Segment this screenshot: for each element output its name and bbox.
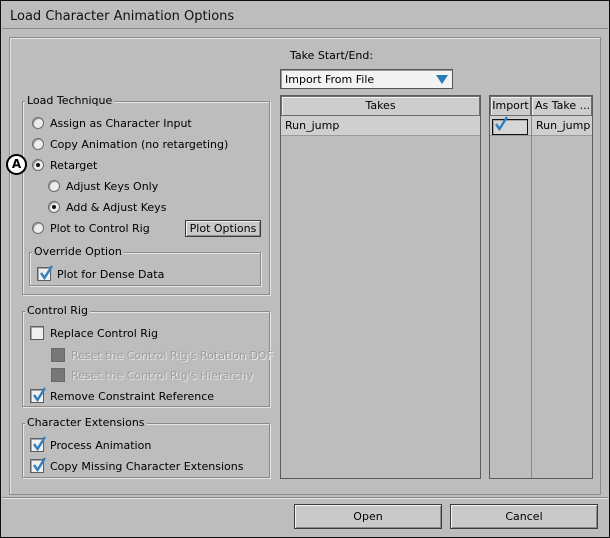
checkbox-checked-icon[interactable] <box>30 457 46 473</box>
checkbox-disabled-icon[interactable] <box>51 348 65 362</box>
checkbox-checked-icon[interactable] <box>30 387 46 403</box>
radio-plot-to-control-rig[interactable]: Plot to Control Rig <box>32 220 150 236</box>
dropdown-arrow-icon[interactable] <box>436 75 448 84</box>
radio-assign-character-input[interactable]: Assign as Character Input <box>32 115 192 131</box>
plot-options-button[interactable]: Plot Options <box>185 220 261 237</box>
import-checkbox[interactable] <box>492 116 528 135</box>
checkbox-reset-hierarchy[interactable]: Reset the Control Rig's Hierarchy <box>51 367 253 383</box>
import-cell[interactable] <box>490 116 531 136</box>
column-divider <box>531 116 532 478</box>
radio-retarget[interactable]: Retarget <box>32 157 97 173</box>
title-bar[interactable]: Load Character Animation Options <box>2 2 608 29</box>
takes-column-header[interactable]: Takes <box>281 96 480 116</box>
checkbox-plot-dense-data[interactable]: Plot for Dense Data <box>37 265 164 282</box>
dropdown-value: Import From File <box>285 73 375 86</box>
checkmark-icon <box>33 457 46 473</box>
radio-button-icon[interactable] <box>32 222 44 234</box>
character-extensions-label: Character Extensions <box>25 416 147 429</box>
checkbox-process-animation[interactable]: Process Animation <box>30 436 151 453</box>
override-option-label: Override Option <box>32 245 124 258</box>
load-character-animation-dialog: Load Character Animation Options Take St… <box>0 0 610 538</box>
checkbox-icon[interactable] <box>30 326 44 340</box>
radio-button-selected-icon[interactable] <box>32 159 44 171</box>
checkbox-disabled-icon[interactable] <box>51 368 65 382</box>
radio-button-selected-icon[interactable] <box>48 201 60 213</box>
takes-list-item[interactable]: Run_jump <box>281 116 480 136</box>
checkbox-remove-constraint-reference[interactable]: Remove Constraint Reference <box>30 387 214 404</box>
callout-a-badge: A <box>6 154 27 175</box>
radio-adjust-keys-only[interactable]: Adjust Keys Only <box>48 178 158 194</box>
checkmark-icon <box>33 436 46 452</box>
control-rig-label: Control Rig <box>25 304 90 317</box>
checkbox-checked-icon[interactable] <box>30 436 46 452</box>
window-title: Load Character Animation Options <box>10 9 235 24</box>
checkbox-copy-missing-extensions[interactable]: Copy Missing Character Extensions <box>30 457 243 474</box>
as-take-column-header[interactable]: As Take ... <box>531 96 592 116</box>
radio-copy-animation[interactable]: Copy Animation (no retargeting) <box>32 136 228 152</box>
checkmark-icon <box>495 116 508 132</box>
checkbox-replace-control-rig[interactable]: Replace Control Rig <box>30 325 158 341</box>
import-list-panel[interactable] <box>489 95 593 479</box>
take-start-end-label: Take Start/End: <box>290 48 374 62</box>
checkbox-checked-icon[interactable] <box>37 265 53 281</box>
checkmark-icon <box>40 265 53 281</box>
checkbox-reset-rotation-dof[interactable]: Reset the Control Rig's Rotation DOF <box>51 347 273 363</box>
takes-list-panel[interactable] <box>280 95 481 479</box>
radio-button-icon[interactable] <box>32 117 44 129</box>
as-take-cell[interactable]: Run_jump <box>532 116 592 136</box>
load-technique-label: Load Technique <box>25 94 115 107</box>
cancel-button[interactable]: Cancel <box>450 504 598 529</box>
radio-button-icon[interactable] <box>32 138 44 150</box>
radio-button-icon[interactable] <box>48 180 60 192</box>
bottom-separator <box>2 497 608 498</box>
open-button[interactable]: Open <box>294 504 442 529</box>
take-start-end-dropdown[interactable]: Import From File <box>280 69 453 89</box>
checkmark-icon <box>33 387 46 403</box>
import-column-header[interactable]: Import <box>490 96 531 116</box>
radio-add-adjust-keys[interactable]: Add & Adjust Keys <box>48 199 166 215</box>
